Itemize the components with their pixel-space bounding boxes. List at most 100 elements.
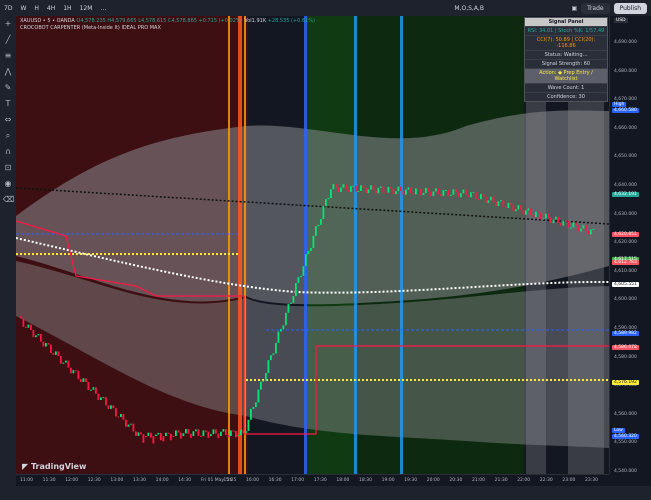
- candle: [112, 405, 115, 409]
- candle: [482, 194, 485, 197]
- candle: [240, 429, 242, 435]
- candle: [507, 202, 510, 209]
- time-tick: 22:00: [517, 478, 531, 483]
- eye-icon[interactable]: ◉: [3, 179, 13, 189]
- time-tick: 13:30: [133, 478, 146, 483]
- pattern-icon[interactable]: ⋀: [3, 67, 13, 77]
- interval-h[interactable]: H: [30, 5, 43, 12]
- candle: [242, 429, 245, 434]
- signal-panel-title: Signal Panel: [525, 18, 607, 26]
- candle: [250, 408, 252, 420]
- candle: [150, 432, 152, 438]
- candle: [107, 405, 110, 409]
- crosshair-icon[interactable]: +: [3, 19, 13, 29]
- candle: [247, 419, 250, 431]
- candle: [252, 407, 255, 409]
- interval-more[interactable]: …: [96, 5, 110, 12]
- candle: [265, 373, 267, 381]
- candle: [87, 382, 90, 391]
- interval-w[interactable]: W: [16, 5, 30, 12]
- candle: [432, 191, 435, 197]
- camera-icon[interactable]: ▣: [568, 5, 582, 12]
- candle: [57, 351, 60, 356]
- interval-4h[interactable]: 4H: [43, 5, 59, 12]
- interval-12m[interactable]: 12M: [76, 5, 97, 12]
- candle: [257, 389, 260, 403]
- candle: [490, 196, 492, 201]
- candle: [582, 225, 585, 229]
- price-chart[interactable]: [16, 16, 609, 474]
- candle: [245, 430, 247, 434]
- candle: [177, 430, 180, 433]
- candle: [337, 187, 340, 192]
- symbol-label[interactable]: XAUUSD • 5 • OANDA: [20, 18, 75, 24]
- candle: [442, 190, 445, 196]
- candle: [42, 341, 45, 347]
- candle: [30, 324, 32, 330]
- brush-icon[interactable]: ✎: [3, 83, 13, 93]
- interval-1h[interactable]: 1H: [59, 5, 75, 12]
- candle: [215, 429, 217, 434]
- candle: [517, 205, 520, 210]
- candle: [380, 186, 382, 188]
- candle: [525, 210, 527, 215]
- candle: [325, 199, 327, 206]
- time-tick: 12:30: [87, 478, 101, 483]
- candle: [100, 397, 102, 401]
- bottom-bar: [0, 486, 651, 500]
- candle: [340, 187, 342, 192]
- interval-7d[interactable]: 7D: [0, 5, 16, 12]
- candle: [262, 380, 265, 382]
- candle: [385, 192, 387, 194]
- time-tick: 11:30: [42, 478, 56, 483]
- indicator-label[interactable]: CROCOBOT CARPENTER (Meta-Inside It) IDEA…: [20, 25, 315, 32]
- time-tick: 21:30: [494, 478, 508, 483]
- candle: [227, 435, 230, 438]
- trendline-icon[interactable]: ╱: [3, 35, 13, 45]
- time-tick: 12:00: [65, 478, 79, 483]
- candle: [555, 216, 557, 220]
- candle: [132, 423, 135, 432]
- time-tick: 11:00: [20, 478, 33, 483]
- candle: [165, 432, 167, 436]
- time-tick: 18:00: [336, 478, 350, 483]
- strength-row: Signal Strength: 60: [525, 59, 607, 68]
- time-tick: 19:00: [381, 478, 395, 483]
- candle: [487, 200, 490, 203]
- candle: [310, 247, 312, 251]
- price-axis[interactable]: USD 4,690.000 4,680.000 4,670.000 4,660.000…: [609, 16, 651, 474]
- candle: [190, 433, 192, 438]
- candle: [255, 402, 257, 408]
- trash-icon[interactable]: ⌫: [3, 195, 14, 205]
- candle: [185, 429, 187, 434]
- tradingview-logo: ◤ TradingView: [22, 462, 86, 471]
- time-tick: 14:00: [155, 478, 169, 483]
- candle: [437, 188, 440, 195]
- candle: [395, 191, 397, 195]
- lock-icon[interactable]: ⊡: [3, 163, 13, 173]
- candle: [187, 429, 190, 434]
- candle: [345, 184, 347, 190]
- candle: [480, 194, 482, 200]
- text-icon[interactable]: T: [3, 99, 13, 109]
- candle: [382, 186, 385, 193]
- candle: [335, 183, 337, 188]
- candle: [155, 434, 157, 436]
- fib-icon[interactable]: ≡: [3, 51, 13, 61]
- candle: [147, 432, 150, 436]
- candle: [412, 193, 415, 195]
- price-tag: 4,576.192: [612, 380, 639, 385]
- candle: [445, 189, 447, 191]
- candle: [450, 194, 452, 197]
- chart-canvas[interactable]: [16, 16, 609, 474]
- candle: [67, 360, 70, 368]
- trade-button[interactable]: Trade: [581, 2, 610, 14]
- currency-label[interactable]: USD: [614, 18, 628, 23]
- measure-icon[interactable]: ⇔: [3, 115, 13, 125]
- zoom-icon[interactable]: ⌕: [3, 131, 13, 141]
- publish-button[interactable]: Publish: [613, 2, 647, 14]
- magnet-icon[interactable]: ∩: [3, 147, 13, 157]
- candle: [467, 194, 470, 198]
- candle: [222, 429, 225, 432]
- candle: [492, 196, 495, 202]
